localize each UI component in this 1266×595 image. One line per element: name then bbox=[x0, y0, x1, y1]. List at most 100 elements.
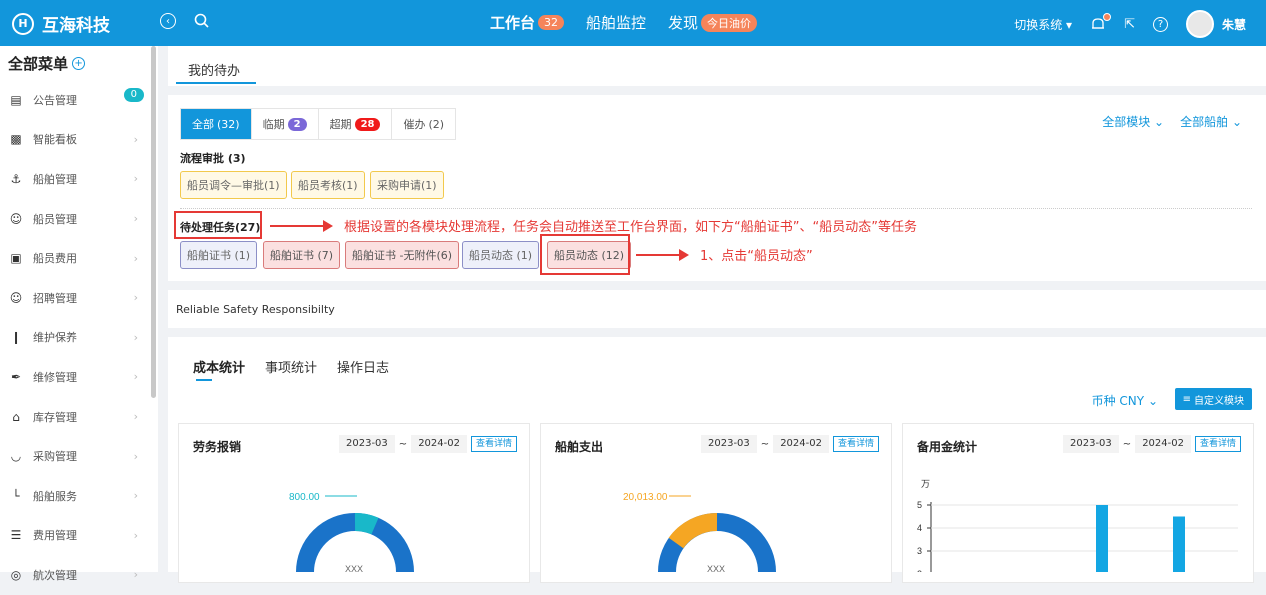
chevron-right-icon: › bbox=[133, 132, 138, 146]
sidebar-title: 全部菜单 + bbox=[8, 53, 86, 74]
tab-cost-stats[interactable]: 成本统计 bbox=[193, 357, 245, 376]
sidebar-item-voyage[interactable]: ◎ 航次管理 › bbox=[0, 555, 152, 595]
view-detail-button[interactable]: 查看详情 bbox=[832, 436, 879, 452]
task-chip[interactable]: 船舶证书 (1) bbox=[180, 241, 258, 269]
y-tick-label: 3 bbox=[917, 546, 922, 556]
caret-down-icon: ▾ bbox=[1066, 17, 1073, 32]
view-detail-button[interactable]: 查看详情 bbox=[470, 436, 517, 452]
date-from[interactable]: 2023-03 bbox=[339, 435, 395, 453]
add-menu-icon[interactable]: + bbox=[72, 57, 86, 70]
donut-value-label: 20,013.00 bbox=[623, 492, 668, 503]
user-name[interactable]: 朱慧 bbox=[1222, 16, 1246, 33]
task-chip[interactable]: 船舶证书 (7) bbox=[263, 241, 341, 269]
custom-module-button[interactable]: ≡ 自定义模块 bbox=[1174, 388, 1252, 410]
sidebar-item-announcement[interactable]: ▤ 公告管理 0 bbox=[0, 80, 152, 120]
search-icon[interactable] bbox=[193, 12, 211, 30]
annotation-arrow-line bbox=[270, 225, 324, 227]
todo-filter-tabs: 全部 (32) 临期 2 超期 28 催办 (2) bbox=[180, 108, 457, 140]
sidebar-item-label: 船员费用 bbox=[33, 252, 77, 266]
sidebar-item-maintenance[interactable]: ❙ 维护保养 › bbox=[0, 318, 152, 358]
app-logo[interactable]: H 互海科技 bbox=[12, 11, 110, 36]
range-separator: ~ bbox=[760, 438, 770, 450]
nav-workbench[interactable]: 工作台 32 bbox=[490, 12, 565, 33]
date-from[interactable]: 2023-03 bbox=[1063, 435, 1119, 453]
date-to[interactable]: 2024-02 bbox=[773, 435, 829, 453]
nav-discover[interactable]: 发现 今日油价 bbox=[668, 12, 758, 33]
app-name: 互海科技 bbox=[42, 16, 110, 36]
bar[interactable] bbox=[1096, 505, 1108, 572]
bell-icon[interactable] bbox=[1090, 13, 1112, 32]
filter-dropdowns: 全部模块 ⌄ 全部船舶 ⌄ bbox=[1102, 113, 1242, 130]
sidebar-item-repair[interactable]: ✒ 维修管理 › bbox=[0, 357, 152, 397]
motto-panel: Reliable Safety Responsibilty bbox=[168, 290, 1266, 328]
stats-panel: 成本统计 事项统计 操作日志 币种 CNY ⌄ ≡ 自定义模块 劳务报销 202… bbox=[168, 337, 1266, 583]
oil-price-badge: 今日油价 bbox=[701, 13, 758, 32]
module-dropdown[interactable]: 全部模块 ⌄ bbox=[1102, 113, 1164, 130]
sidebar-scrollbar[interactable] bbox=[151, 46, 156, 398]
task-chip[interactable]: 船舶证书 -无附件(6) bbox=[345, 241, 460, 269]
date-from[interactable]: 2023-03 bbox=[701, 435, 757, 453]
filter-due-soon[interactable]: 临期 2 bbox=[251, 109, 319, 139]
sidebar-item-crew[interactable]: ☺ 船员管理 › bbox=[0, 199, 152, 239]
chevron-down-icon: ⌄ bbox=[1147, 394, 1158, 408]
service-icon: └ bbox=[12, 488, 20, 503]
date-to[interactable]: 2024-02 bbox=[411, 435, 467, 453]
annotation-arrow-head bbox=[679, 249, 689, 261]
sidebar-item-ship[interactable]: ⚓ 船舶管理 › bbox=[0, 159, 152, 199]
filter-urged[interactable]: 催办 (2) bbox=[392, 109, 456, 139]
chevron-right-icon: › bbox=[133, 291, 138, 305]
top-nav: 工作台 32 船舶监控 发现 今日油价 bbox=[490, 12, 758, 33]
sidebar-item-recruit[interactable]: ☺ 招聘管理 › bbox=[0, 278, 152, 318]
date-range: 2023-03 ~ 2024-02 查看详情 bbox=[1063, 435, 1241, 453]
card-labor-reimbursement: 劳务报销 2023-03 ~ 2024-02 查看详情 800.00 XXX bbox=[178, 423, 530, 583]
tab-operation-log[interactable]: 操作日志 bbox=[337, 357, 389, 376]
sidebar-item-label: 船舶服务 bbox=[33, 489, 77, 503]
y-tick-label: 5 bbox=[917, 500, 922, 510]
donut-center-label: XXX bbox=[345, 564, 363, 572]
card-petty-cash: 备用金统计 2023-03 ~ 2024-02 查看详情 万 5432 bbox=[902, 423, 1254, 583]
fullscreen-icon[interactable]: ⇱ bbox=[1124, 17, 1135, 32]
logo-icon: H bbox=[12, 12, 34, 35]
sidebar-item-purchase[interactable]: ◡ 采购管理 › bbox=[0, 436, 152, 476]
nav-ship-monitor[interactable]: 船舶监控 bbox=[586, 12, 646, 33]
module-dropdown-label: 全部模块 bbox=[1102, 115, 1151, 129]
card-title: 劳务报销 bbox=[193, 440, 242, 454]
ship-dropdown-label: 全部船舶 bbox=[1180, 115, 1229, 129]
bar[interactable] bbox=[1173, 516, 1185, 573]
sidebar-item-crew-cost[interactable]: ▣ 船员费用 › bbox=[0, 238, 152, 278]
filter-all[interactable]: 全部 (32) bbox=[181, 109, 252, 139]
tab-my-todo[interactable]: 我的待办 bbox=[188, 60, 240, 79]
annotation-box bbox=[540, 234, 630, 275]
ship-dropdown[interactable]: 全部船舶 ⌄ bbox=[1180, 113, 1242, 130]
chevron-right-icon: › bbox=[133, 212, 138, 226]
date-to[interactable]: 2024-02 bbox=[1135, 435, 1191, 453]
sidebar-item-label: 库存管理 bbox=[33, 410, 77, 424]
workbench-count-badge: 32 bbox=[538, 15, 565, 30]
notification-dot bbox=[1103, 13, 1112, 21]
tab-item-stats[interactable]: 事项统计 bbox=[265, 357, 317, 376]
approval-chip[interactable]: 船员考核(1) bbox=[291, 171, 365, 199]
y-tick-label: 4 bbox=[917, 523, 922, 533]
range-separator: ~ bbox=[398, 438, 408, 450]
donut-value-label: 800.00 bbox=[289, 492, 320, 503]
filter-overdue[interactable]: 超期 28 bbox=[318, 109, 393, 139]
approval-chip[interactable]: 采购申请(1) bbox=[370, 171, 444, 199]
approval-chip[interactable]: 船员调令—审批(1) bbox=[180, 171, 287, 199]
card-ship-expense: 船舶支出 2023-03 ~ 2024-02 查看详情 20,013.00 XX… bbox=[540, 423, 892, 583]
task-chip[interactable]: 船员动态 (1) bbox=[462, 241, 540, 269]
sidebar-item-expense[interactable]: ☰ 费用管理 › bbox=[0, 516, 152, 556]
view-detail-button[interactable]: 查看详情 bbox=[1194, 436, 1241, 452]
collapse-icon[interactable]: ‹ bbox=[160, 13, 176, 29]
avatar[interactable] bbox=[1185, 10, 1214, 38]
help-icon[interactable]: ? bbox=[1152, 16, 1168, 32]
sidebar-item-label: 费用管理 bbox=[33, 529, 77, 543]
annotation-box bbox=[174, 211, 262, 239]
date-range: 2023-03 ~ 2024-02 查看详情 bbox=[701, 435, 879, 453]
bar-chart: 万 5432 bbox=[917, 479, 1238, 573]
sidebar-item-dashboard[interactable]: ▩ 智能看板 › bbox=[0, 120, 152, 160]
switch-system-button[interactable]: 切换系统 ▾ bbox=[1014, 16, 1072, 33]
sidebar-item-inventory[interactable]: ⌂ 库存管理 › bbox=[0, 397, 152, 437]
sidebar-item-ship-service[interactable]: └ 船舶服务 › bbox=[0, 476, 152, 516]
currency-dropdown[interactable]: 币种 CNY ⌄ bbox=[1092, 392, 1158, 409]
home-icon: ⌂ bbox=[12, 409, 20, 424]
